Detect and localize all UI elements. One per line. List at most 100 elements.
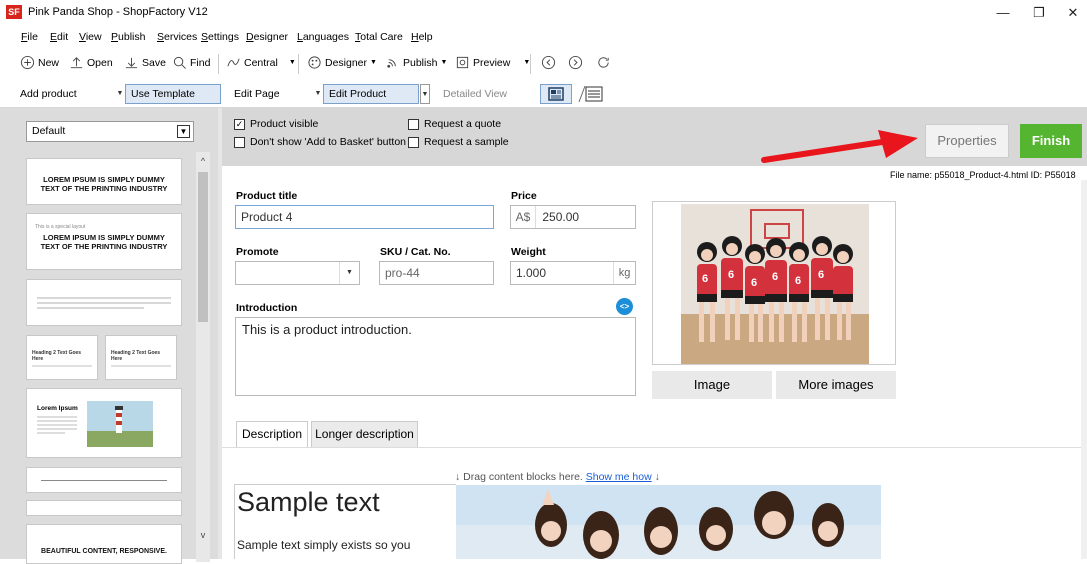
- find-button[interactable]: Find: [172, 55, 210, 70]
- publish-label: Publish: [403, 56, 438, 69]
- template-card-8[interactable]: BEAUTIFUL CONTENT, RESPONSIVE.: [26, 524, 182, 564]
- panel-divider[interactable]: [218, 108, 222, 559]
- drag-hint: ↓ Drag content blocks here. Show me how …: [455, 471, 660, 483]
- content-block-image[interactable]: [456, 485, 881, 559]
- back-button[interactable]: [541, 55, 556, 70]
- weight-input[interactable]: 1.000 kg: [510, 261, 636, 285]
- content-block-text[interactable]: Sample text Sample text simply exists so…: [234, 484, 456, 559]
- drag-hint-text: Drag content blocks here.: [463, 471, 583, 483]
- tab-description[interactable]: Description: [236, 421, 308, 448]
- forward-button[interactable]: [568, 55, 583, 70]
- product-visible-checkbox[interactable]: ✓ Product visible: [234, 118, 318, 130]
- open-button[interactable]: Open: [69, 55, 113, 70]
- menu-total-care[interactable]: Total Care: [355, 31, 403, 43]
- menu-help[interactable]: Help: [411, 31, 433, 43]
- template-card-2[interactable]: This is a special layout LOREM IPSUM IS …: [26, 213, 182, 270]
- list-layout-icon: [578, 85, 603, 103]
- chevron-down-icon[interactable]: ▼: [420, 84, 430, 104]
- scroll-down-icon[interactable]: v: [196, 528, 210, 542]
- template-card-7[interactable]: [26, 500, 182, 516]
- menu-designer[interactable]: Designer: [246, 31, 288, 43]
- find-label: Find: [190, 56, 211, 69]
- upload-icon: [70, 57, 83, 69]
- price-input[interactable]: A$ 250.00: [510, 205, 636, 229]
- template-card-4b[interactable]: Heading 2 Text Goes Here: [105, 335, 177, 380]
- add-product-button[interactable]: Add product: [14, 84, 114, 104]
- request-quote-checkbox[interactable]: Request a quote: [408, 118, 501, 130]
- scrollbar-thumb[interactable]: [198, 172, 208, 322]
- broadcast-icon: [387, 59, 396, 68]
- palette-icon: [308, 56, 321, 69]
- product-image[interactable]: 6 6 6 6 6 6: [652, 201, 896, 365]
- menu-settings[interactable]: Settings: [201, 31, 239, 43]
- template-select-value: Default: [32, 125, 66, 137]
- tab-longer-description[interactable]: Longer description: [311, 421, 418, 448]
- refresh-button[interactable]: [596, 55, 611, 70]
- request-sample-checkbox[interactable]: Request a sample: [408, 136, 509, 148]
- chevron-down-icon[interactable]: ▼: [289, 59, 296, 66]
- layout-grid-toggle[interactable]: [540, 84, 572, 104]
- new-button[interactable]: New: [20, 55, 59, 70]
- sku-value: pro-44: [385, 266, 420, 280]
- save-label: Save: [142, 56, 166, 69]
- refresh-icon: [598, 57, 609, 68]
- product-title-label: Product title: [236, 190, 298, 202]
- central-button[interactable]: Central ▼: [226, 55, 296, 70]
- svg-text:6: 6: [818, 269, 824, 281]
- finish-button[interactable]: Finish: [1020, 124, 1082, 158]
- template-scrollbar[interactable]: ^ v: [196, 152, 210, 562]
- chevron-down-icon[interactable]: ▼: [370, 59, 377, 66]
- template-card-3[interactable]: [26, 279, 182, 326]
- chevron-down-icon[interactable]: ▼: [313, 84, 323, 104]
- save-button[interactable]: Save: [124, 55, 166, 70]
- menu-languages[interactable]: Languages: [297, 31, 349, 43]
- sku-input[interactable]: pro-44: [379, 261, 494, 285]
- edit-product-button[interactable]: Edit Product: [323, 84, 419, 104]
- chevron-down-icon: ▼: [339, 262, 359, 284]
- chevron-down-icon[interactable]: ▼: [115, 84, 125, 104]
- group-photo-illustration: 6 6 6 6 6 6: [653, 202, 895, 364]
- chevron-down-icon[interactable]: ▼: [440, 59, 447, 66]
- preview-button[interactable]: Preview ▼: [455, 55, 530, 70]
- layout-list-toggle[interactable]: [576, 84, 606, 104]
- product-title-input[interactable]: Product 4: [235, 205, 494, 229]
- properties-button[interactable]: Properties: [925, 124, 1009, 158]
- detailed-view-button[interactable]: Detailed View: [437, 84, 529, 104]
- template-card-4a[interactable]: Heading 2 Text Goes Here: [26, 335, 98, 380]
- menu-file[interactable]: File: [21, 31, 38, 43]
- menu-view[interactable]: View: [79, 31, 102, 43]
- arrow-down-icon: ↓: [455, 471, 461, 483]
- weight-value: 1.000: [516, 266, 547, 280]
- back-icon: [541, 55, 556, 70]
- promote-select[interactable]: ▼: [235, 261, 360, 285]
- dont-show-basket-label: Don't show 'Add to Basket' button: [250, 136, 407, 148]
- template-card-heading: Lorem Ipsum: [37, 405, 78, 412]
- publish-button[interactable]: Publish ▼: [385, 55, 447, 70]
- menu-services[interactable]: Services: [157, 31, 197, 43]
- show-me-how-link[interactable]: Show me how: [586, 471, 652, 483]
- more-images-button[interactable]: More images: [776, 371, 896, 399]
- currency-symbol: A$: [511, 206, 536, 228]
- use-template-button[interactable]: Use Template: [125, 84, 221, 104]
- menu-edit[interactable]: Edit: [50, 31, 68, 43]
- template-panel: Default ▼ LOREM IPSUM IS SIMPLY DUMMY TE…: [0, 108, 218, 564]
- sample-heading: Sample text: [237, 487, 380, 517]
- content-scrollbar[interactable]: [1081, 180, 1087, 559]
- image-button[interactable]: Image: [652, 371, 772, 399]
- template-card-6[interactable]: [26, 467, 182, 493]
- menu-bar: File Edit View Publish Services Settings…: [0, 26, 1087, 71]
- close-button[interactable]: ✕: [1058, 3, 1087, 23]
- designer-button[interactable]: Designer ▼: [307, 55, 377, 70]
- central-label: Central: [244, 56, 278, 69]
- introduction-editor[interactable]: This is a product introduction.: [235, 317, 636, 396]
- template-card-5[interactable]: Lorem Ipsum: [26, 388, 182, 458]
- menu-publish[interactable]: Publish: [111, 31, 145, 43]
- dont-show-basket-checkbox[interactable]: Don't show 'Add to Basket' button: [234, 136, 406, 148]
- code-view-icon[interactable]: <>: [616, 298, 633, 315]
- scroll-up-icon[interactable]: ^: [196, 154, 210, 168]
- edit-page-button[interactable]: Edit Page: [228, 84, 310, 104]
- template-card-1[interactable]: LOREM IPSUM IS SIMPLY DUMMY TEXT OF THE …: [26, 158, 182, 205]
- template-select[interactable]: Default ▼: [26, 121, 194, 142]
- minimize-button[interactable]: —: [988, 3, 1018, 23]
- restore-button[interactable]: ❐: [1024, 3, 1054, 23]
